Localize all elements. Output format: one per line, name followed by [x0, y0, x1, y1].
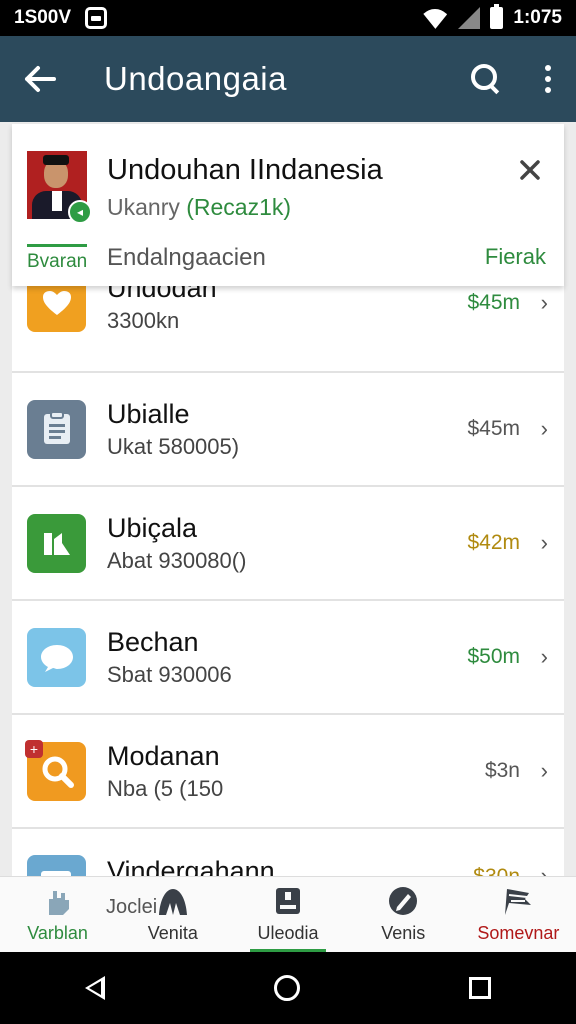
back-button[interactable]: [16, 55, 64, 103]
app-bar: Undoangaia: [0, 36, 576, 122]
app-actions: [462, 55, 560, 103]
section-label: Endalngaacien: [107, 244, 266, 271]
list-item-price: $45m: [467, 290, 520, 314]
back-arrow-icon: [25, 66, 56, 92]
verified-badge-icon: ◂: [68, 200, 92, 224]
list-item-text: Ubialle Ukat 580005): [107, 398, 239, 460]
chevron-right-icon: ›: [540, 289, 548, 315]
avatar-shirt: [52, 191, 62, 211]
close-icon: [520, 160, 540, 180]
list-item-title: Bechan: [107, 627, 199, 657]
status-time: 1:075: [513, 7, 562, 28]
list-item-subtitle: Nba (5 (150: [107, 776, 224, 801]
profile-subtitle: Ukanry (Recaz1k): [107, 194, 291, 221]
status-text: 1S00V: [14, 7, 72, 28]
nav-item-somevnar[interactable]: Somevnar: [461, 877, 576, 952]
overlay-label: Joclei: [106, 896, 158, 918]
chart-icon: [27, 513, 86, 573]
list-item-title: Ubialle: [107, 399, 190, 429]
status-right: 1:075: [422, 4, 562, 29]
list-item-subtitle: 3300kn: [107, 307, 180, 333]
system-recents-icon[interactable]: [469, 977, 492, 999]
flag-icon: [505, 889, 532, 915]
more-options-icon[interactable]: [536, 55, 560, 103]
page-title: Undoangaia: [104, 60, 287, 97]
tab-bvaran[interactable]: Bvaran: [27, 244, 88, 273]
nav-item-varblan[interactable]: Varblan: [0, 877, 115, 952]
list-item-subtitle: Sbat 930006: [107, 662, 232, 687]
chevron-right-icon: ›: [540, 416, 548, 441]
list-item-text: Bechan Sbat 930006: [107, 626, 232, 688]
list-item-title: Modanan: [107, 741, 220, 771]
system-home-icon[interactable]: [273, 975, 300, 1001]
nav-label: Venita: [147, 923, 198, 943]
system-back-icon[interactable]: [84, 976, 105, 1000]
magnifier-icon: +: [25, 739, 86, 801]
wifi-icon: [422, 7, 448, 29]
status-bar: 1S00V 1:075: [0, 0, 576, 36]
pen-icon: [389, 887, 418, 915]
avatar-hat: [43, 155, 69, 165]
list-item-subtitle: Ukat 580005): [107, 434, 240, 459]
signal-icon: [458, 7, 481, 29]
close-button[interactable]: [514, 154, 546, 186]
status-left: 1S00V: [14, 7, 108, 29]
nav-item-uleodia[interactable]: Uleodia: [230, 877, 345, 952]
chevron-right-icon: ›: [540, 758, 548, 783]
list-item[interactable]: + Modanan Nba (5 (150 $3n ›: [12, 715, 564, 829]
profile-subtitle-highlight: (Recaz1k): [186, 194, 292, 220]
item-list: Undodan 3300kn $45m › Ubialle Ukat 58000…: [12, 258, 564, 958]
document-icon: [27, 399, 86, 459]
notification-icon: [85, 7, 108, 29]
system-navigation-bar: [0, 952, 576, 1024]
chevron-right-icon: ›: [540, 644, 548, 669]
list-item-price: $3n: [484, 759, 520, 782]
profile-header-card: ◂ Undouhan IIndanesia Ukanry (Recaz1k) B…: [12, 124, 564, 286]
tent-icon: [158, 889, 187, 915]
list-item-text: Modanan Nba (5 (150: [107, 740, 223, 802]
nav-label: Venis: [381, 923, 426, 943]
list-item[interactable]: Ubialle Ukat 580005) $45m ›: [12, 373, 564, 487]
chevron-right-icon: ›: [540, 530, 548, 555]
list-item-price: $50m: [467, 645, 520, 668]
list-item-text: Ubiçala Abat 930080(): [107, 512, 246, 574]
list-item-title: Ubiçala: [107, 513, 198, 543]
badge-icon: +: [25, 739, 43, 758]
profile-subtitle-prefix: Ukanry: [107, 194, 187, 220]
nav-label: Varblan: [27, 923, 88, 943]
battery-icon: [490, 4, 504, 29]
list-item-price: $42m: [467, 531, 520, 554]
bird-icon: [27, 627, 86, 687]
bottom-navigation: Varblan Venita Uleodia Venis Somevnar: [0, 876, 576, 952]
list-item-subtitle: Abat 930080(): [107, 548, 247, 573]
header-action-link[interactable]: Fierak: [485, 244, 546, 270]
hand-icon: [48, 891, 69, 915]
nav-label: Somevnar: [477, 923, 560, 943]
list-item[interactable]: Ubiçala Abat 930080() $42m ›: [12, 487, 564, 601]
profile-name: Undouhan IIndanesia: [107, 154, 383, 186]
nav-item-venis[interactable]: Venis: [346, 877, 461, 952]
search-icon[interactable]: [462, 55, 510, 103]
list-item-price: $45m: [467, 417, 520, 440]
nav-label: Uleodia: [257, 923, 319, 943]
profile-icon: [276, 888, 300, 914]
list-item[interactable]: Bechan Sbat 930006 $50m ›: [12, 601, 564, 715]
